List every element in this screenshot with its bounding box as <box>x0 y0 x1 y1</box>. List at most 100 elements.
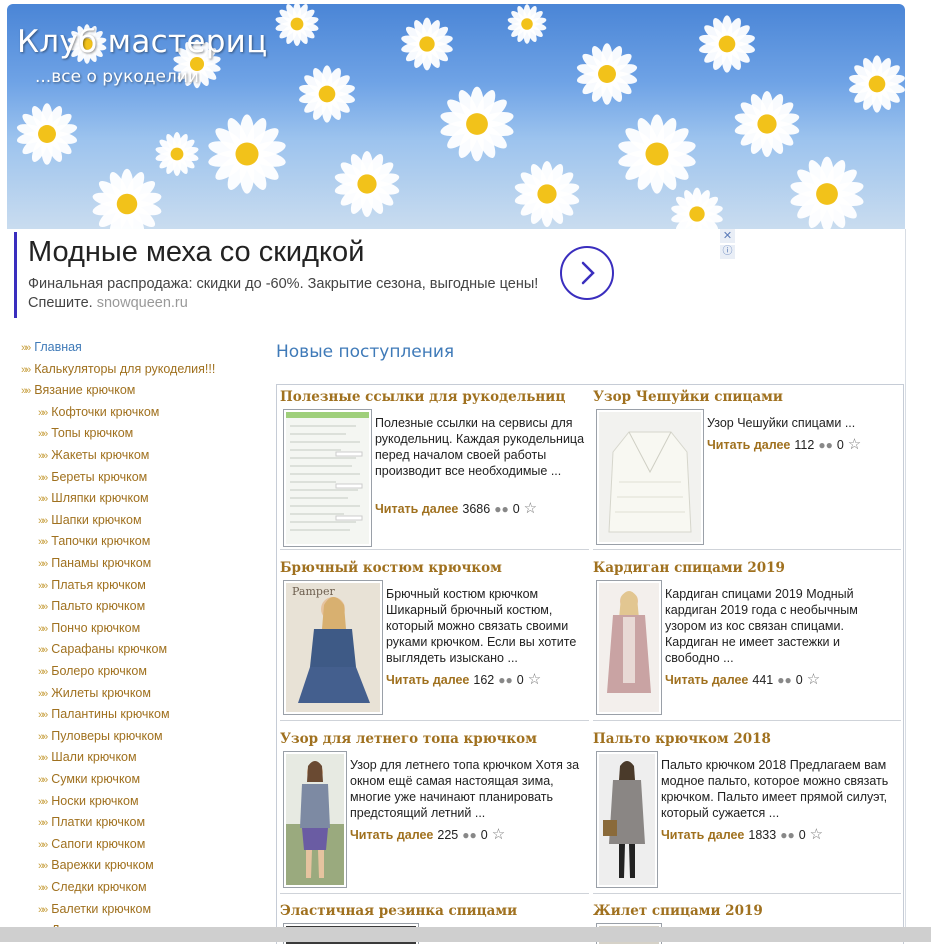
horizontal-scrollbar[interactable] <box>0 927 931 942</box>
post-thumbnail[interactable] <box>596 580 662 715</box>
sidebar-item[interactable]: »» Береты крючком <box>38 470 147 488</box>
views-count: 1833 <box>748 828 777 842</box>
post-meta: Читать далее 162 ●● 0 ☆ <box>386 670 541 688</box>
star-icon[interactable]: ☆ <box>528 671 541 688</box>
post-title[interactable]: Узор Чешуйки спицами <box>593 389 783 405</box>
sidebar-item-label: Береты крючком <box>51 469 148 484</box>
post-title[interactable]: Пальто крючком 2018 <box>593 731 771 747</box>
ad-banner[interactable]: Модные меха со скидкой Финальная распрод… <box>14 232 738 318</box>
comments-icon: ●● <box>780 828 795 842</box>
double-chevron-icon: »» <box>38 882 48 894</box>
header-banner: Клуб мастериц ...все о рукоделии <box>7 4 905 229</box>
post-thumbnail[interactable]: Pamper <box>283 580 383 715</box>
star-icon[interactable]: ☆ <box>848 436 861 453</box>
card-divider <box>280 549 589 550</box>
sidebar-item[interactable]: »» Балетки крючком <box>38 902 151 920</box>
sidebar-item[interactable]: »» Жилеты крючком <box>38 686 151 704</box>
sidebar-item[interactable]: »» Пончо крючком <box>38 621 140 639</box>
double-chevron-icon: »» <box>38 579 48 592</box>
sidebar-item[interactable]: »» Платки крючком <box>38 815 145 833</box>
post-card: Узор Чешуйки спицами Узор Чешуйки спицам… <box>593 389 901 549</box>
sidebar-item[interactable]: »» Главная <box>21 340 82 358</box>
sidebar-item[interactable]: »» Носки крючком <box>38 794 139 812</box>
read-more-link[interactable]: Читать далее <box>375 502 458 516</box>
post-description: Полезные ссылки на сервисы для рукодельн… <box>375 416 585 478</box>
ad-go-button[interactable] <box>560 246 614 300</box>
post-thumbnail[interactable] <box>283 751 347 888</box>
post-thumbnail[interactable] <box>596 409 704 545</box>
sidebar-item[interactable]: »» Жакеты крючком <box>38 448 149 466</box>
double-chevron-icon: »» <box>38 471 48 484</box>
ad-domain[interactable]: snowqueen.ru <box>97 295 188 311</box>
read-more-link[interactable]: Читать далее <box>350 828 433 842</box>
sidebar-item[interactable]: »» Пуловеры крючком <box>38 729 163 747</box>
summer-top-image <box>286 754 344 885</box>
sidebar-item-label: Панамы крючком <box>51 556 152 570</box>
double-chevron-icon: »» <box>38 644 48 657</box>
comments-count: 0 <box>795 673 803 687</box>
ad-text: Финальная распродажа: скидки до -60%. За… <box>28 275 548 313</box>
post-meta: Читать далее 112 ●● 0 ☆ <box>707 435 861 453</box>
sidebar-item[interactable]: »» Платья крючком <box>38 578 146 596</box>
sidebar-item[interactable]: »» Калькуляторы для рукоделия!!! <box>21 362 215 380</box>
star-icon[interactable]: ☆ <box>492 826 505 843</box>
post-title[interactable]: Брючный костюм крючком <box>280 560 502 576</box>
post-card: Пальто крючком 2018 Пальто крючком 2018 … <box>593 731 901 891</box>
post-thumbnail[interactable] <box>283 409 372 547</box>
sidebar-item[interactable]: »» Болеро крючком <box>38 664 147 682</box>
post-title[interactable]: Кардиган спицами 2019 <box>593 560 785 576</box>
post-title[interactable]: Узор для летнего топа крючком <box>280 731 537 747</box>
sidebar-item-label: Шали крючком <box>51 750 137 765</box>
sidebar-item-label: Сапоги крючком <box>51 836 146 851</box>
read-more-link[interactable]: Читать далее <box>665 673 748 687</box>
sidebar-item[interactable]: »» Сумки крючком <box>38 772 140 790</box>
sidebar-item[interactable]: »» Кофточки крючком <box>38 405 159 423</box>
double-chevron-icon: »» <box>38 774 48 786</box>
sidebar-item-label: Вязание крючком <box>34 383 136 398</box>
knit-jacket-image <box>599 412 701 542</box>
sidebar-item-label: Шапки крючком <box>51 512 142 527</box>
double-chevron-icon: »» <box>21 342 31 354</box>
post-card: Полезные ссылки для рукодельниц Полезные… <box>280 389 588 549</box>
read-more-link[interactable]: Читать далее <box>386 673 469 687</box>
star-icon[interactable]: ☆ <box>524 500 537 517</box>
post-meta: Читать далее 225 ●● 0 ☆ <box>350 825 505 843</box>
post-title[interactable]: Эластичная резинка спицами <box>280 903 517 919</box>
sidebar-item[interactable]: »» Вязание крючком <box>21 383 135 401</box>
post-title[interactable]: Жилет спицами 2019 <box>593 903 763 919</box>
sidebar-item[interactable]: »» Шапки крючком <box>38 513 142 531</box>
read-more-link[interactable]: Читать далее <box>707 438 790 452</box>
double-chevron-icon: »» <box>38 752 48 765</box>
ad-headline[interactable]: Модные меха со скидкой <box>28 236 364 269</box>
double-chevron-icon: »» <box>38 730 48 743</box>
post-card: Брючный костюм крючком Pamper Брючный ко… <box>280 560 588 720</box>
sidebar-item-label: Жилеты крючком <box>51 685 151 700</box>
star-icon[interactable]: ☆ <box>810 826 823 843</box>
coat-image <box>599 754 655 885</box>
sidebar-item[interactable]: »» Сарафаны крючком <box>38 642 167 660</box>
sidebar-item[interactable]: »» Варежки крючком <box>38 858 154 876</box>
site-title[interactable]: Клуб мастериц <box>17 24 268 60</box>
sidebar-item[interactable]: »» Тапочки крючком <box>38 534 150 552</box>
ad-info-icon[interactable]: ⓘ <box>720 245 735 259</box>
sidebar-item[interactable]: »» Панамы крючком <box>38 556 151 574</box>
post-thumbnail[interactable] <box>596 751 658 888</box>
star-icon[interactable]: ☆ <box>807 671 820 688</box>
sidebar-item-label: Жакеты крючком <box>51 448 150 462</box>
post-description: Брючный костюм крючком Шикарный брючный … <box>386 587 577 665</box>
sidebar-item[interactable]: »» Шляпки крючком <box>38 491 149 509</box>
views-count: 225 <box>437 828 459 842</box>
content-border <box>905 229 906 942</box>
read-more-link[interactable]: Читать далее <box>661 828 744 842</box>
double-chevron-icon: »» <box>38 838 48 851</box>
sidebar-item[interactable]: »» Палантины крючком <box>38 707 170 725</box>
sidebar-item-label: Палантины крючком <box>51 707 170 722</box>
ad-close-icon[interactable]: ✕ <box>720 229 735 243</box>
sidebar-item[interactable]: »» Пальто крючком <box>38 599 145 617</box>
post-card: Кардиган спицами 2019 Кардиган спицами 2… <box>593 560 901 720</box>
sidebar-item[interactable]: »» Шали крючком <box>38 750 137 768</box>
post-title[interactable]: Полезные ссылки для рукодельниц <box>280 389 565 405</box>
sidebar-item[interactable]: »» Топы крючком <box>38 426 133 444</box>
sidebar-item[interactable]: »» Сапоги крючком <box>38 837 145 855</box>
sidebar-item[interactable]: »» Следки крючком <box>38 880 147 898</box>
